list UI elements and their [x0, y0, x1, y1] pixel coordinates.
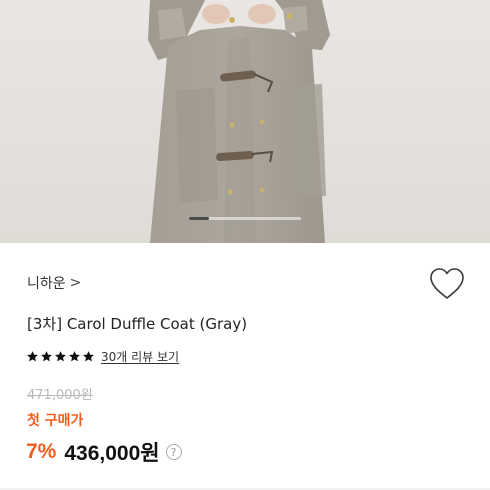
help-icon[interactable]: ?	[165, 444, 182, 460]
product-image-gallery[interactable]	[0, 0, 490, 243]
star-icon	[55, 350, 66, 361]
heart-outline-icon[interactable]	[428, 266, 466, 302]
star-icon	[83, 350, 94, 361]
rating-row: 30개 리뷰 보기	[26, 347, 179, 365]
brand-link[interactable]: 니하운 >	[27, 272, 81, 294]
first-purchase-label: 첫 구매가	[27, 413, 84, 429]
product-title: [3차] Carol Duffle Coat (Gray)	[27, 315, 248, 333]
product-photo	[148, 0, 330, 243]
review-link[interactable]: 30개 리뷰 보기	[101, 348, 179, 365]
original-price: 471,000원	[27, 388, 93, 403]
sale-price: 436,000원	[64, 442, 160, 465]
chevron-right-icon: >	[69, 275, 82, 291]
rating-stars	[26, 350, 95, 363]
star-icon	[41, 350, 52, 361]
discount-rate: 7%	[26, 440, 57, 463]
star-icon	[27, 350, 38, 361]
price-row: 7% 436,000원 ?	[26, 436, 182, 468]
gallery-pager-progress	[189, 217, 210, 220]
brand-name: 니하운	[27, 276, 66, 292]
star-icon	[69, 350, 80, 361]
gallery-pager	[189, 217, 301, 220]
